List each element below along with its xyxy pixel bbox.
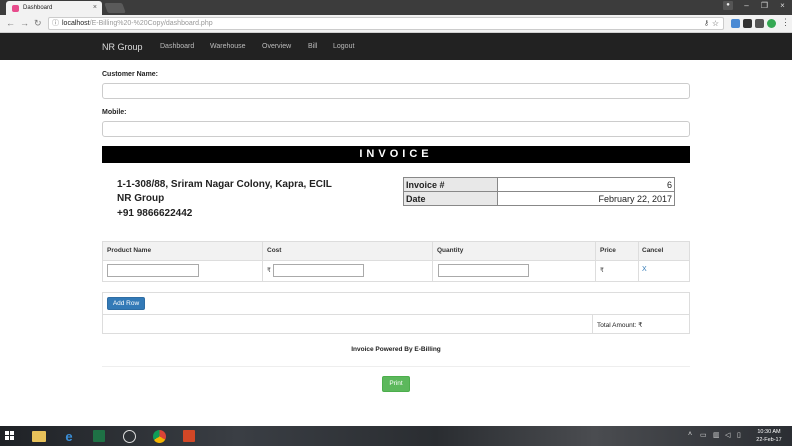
customer-name-input[interactable] [102, 83, 690, 99]
invoice-number-label: Invoice # [403, 177, 498, 192]
chrome-icon[interactable] [150, 428, 168, 444]
volume-icon[interactable]: ◁ [725, 431, 730, 439]
header-quantity: Quantity [437, 247, 464, 254]
tray-expand-icon[interactable]: ˄ [688, 431, 692, 438]
windows-start-icon[interactable] [5, 431, 15, 441]
powered-by-text: Invoice Powered By E-Billing [351, 346, 441, 353]
nav-bill[interactable]: Bill [308, 43, 317, 50]
add-row-button[interactable]: Add Row [107, 297, 145, 310]
url-host: localhost [62, 20, 90, 27]
taskbar-clock[interactable]: 10:30 AM 22-Feb-17 [748, 428, 790, 444]
network-icon[interactable]: ▥ [713, 431, 720, 439]
cancel-row-link[interactable]: X [642, 266, 647, 273]
excel-icon[interactable] [90, 428, 108, 444]
brand-logo[interactable]: NR Group [102, 42, 143, 52]
action-center-icon[interactable]: ▭ [700, 431, 707, 439]
product-name-input[interactable] [107, 264, 199, 277]
mobile-input[interactable] [102, 121, 690, 137]
header-cost: Cost [267, 247, 282, 254]
column-divider [432, 242, 433, 281]
column-divider [638, 242, 639, 281]
nav-dashboard[interactable]: Dashboard [160, 43, 194, 50]
browser-menu-icon[interactable]: ⋮ [781, 17, 790, 28]
total-amount: Total Amount: ₹ [597, 322, 643, 329]
column-divider [595, 242, 596, 281]
tab-title: Dashboard [23, 5, 53, 11]
windows-taskbar: e ˄ ▭ ▥ ◁ ▯ 10:30 AM 22-Feb-17 [0, 426, 792, 446]
back-icon[interactable]: ← [6, 18, 15, 29]
bookmark-star-icon[interactable]: ☆ [712, 18, 719, 29]
invoice-meta-table: Invoice # 6 Date February 22, 2017 [403, 177, 675, 206]
extension-icon[interactable] [767, 19, 776, 28]
currency-symbol: ₹ [267, 268, 271, 274]
invoice-date-label: Date [403, 191, 498, 206]
company-phone: +91 9866622442 [117, 208, 193, 219]
key-icon[interactable]: ⚷ [704, 18, 709, 29]
header-product-name: Product Name [107, 247, 152, 254]
invoice-number-value: 6 [497, 177, 675, 192]
app-navbar: NR Group Dashboard Warehouse Overview Bi… [0, 33, 792, 60]
cost-input[interactable] [273, 264, 364, 277]
quantity-input[interactable] [438, 264, 529, 277]
internet-explorer-icon[interactable]: e [60, 428, 78, 444]
url-path: /E-Billing%20-%20Copy/dashboard.php [89, 20, 213, 27]
mobile-label: Mobile: [102, 109, 127, 116]
extension-icon[interactable] [743, 19, 752, 28]
new-tab-button[interactable] [104, 3, 126, 13]
browser-toolbar: ← → ↻ ⓘ localhost/E-Billing%20-%20Copy/d… [0, 15, 792, 33]
invoice-date-value: February 22, 2017 [497, 191, 675, 206]
invoice-heading: INVOICE [102, 146, 690, 163]
divider [103, 314, 689, 315]
file-explorer-icon[interactable] [30, 428, 48, 444]
header-cancel: Cancel [642, 247, 664, 254]
customer-name-label: Customer Name: [102, 71, 159, 78]
nav-overview[interactable]: Overview [262, 43, 291, 50]
extension-icon[interactable] [755, 19, 764, 28]
close-tab-icon[interactable]: × [93, 4, 97, 11]
print-button[interactable]: Print [382, 376, 410, 392]
address-bar[interactable]: ⓘ localhost/E-Billing%20-%20Copy/dashboa… [48, 17, 724, 30]
battery-icon[interactable]: ▯ [737, 431, 741, 439]
browser-titlebar: Dashboard × ● – ❐ × [0, 0, 792, 15]
divider [592, 315, 593, 334]
price-value: ₹ [600, 268, 604, 274]
user-profile-icon[interactable]: ● [723, 1, 733, 10]
close-window-icon[interactable]: × [774, 0, 791, 12]
product-table: Product Name Cost Quantity Price Cancel … [102, 241, 690, 282]
add-row-panel: Add Row Total Amount: ₹ [102, 292, 690, 334]
hp-icon[interactable] [120, 428, 138, 444]
maximize-icon[interactable]: ❐ [756, 0, 773, 12]
company-name: NR Group [117, 193, 165, 204]
clock-time: 10:30 AM [757, 429, 781, 435]
powerpoint-icon[interactable] [180, 428, 198, 444]
info-icon: ⓘ [52, 20, 59, 27]
company-address: 1-1-308/88, Sriram Nagar Colony, Kapra, … [117, 179, 332, 190]
reload-icon[interactable]: ↻ [34, 18, 42, 29]
clock-date: 22-Feb-17 [756, 437, 782, 443]
divider [102, 366, 690, 367]
header-price: Price [600, 247, 616, 254]
forward-icon[interactable]: → [20, 18, 29, 29]
favicon-icon [12, 4, 19, 12]
extension-icon[interactable] [731, 19, 740, 28]
browser-tab[interactable]: Dashboard × [6, 1, 102, 15]
column-divider [262, 242, 263, 281]
nav-logout[interactable]: Logout [333, 43, 354, 50]
nav-warehouse[interactable]: Warehouse [210, 43, 246, 50]
minimize-icon[interactable]: – [738, 0, 755, 12]
